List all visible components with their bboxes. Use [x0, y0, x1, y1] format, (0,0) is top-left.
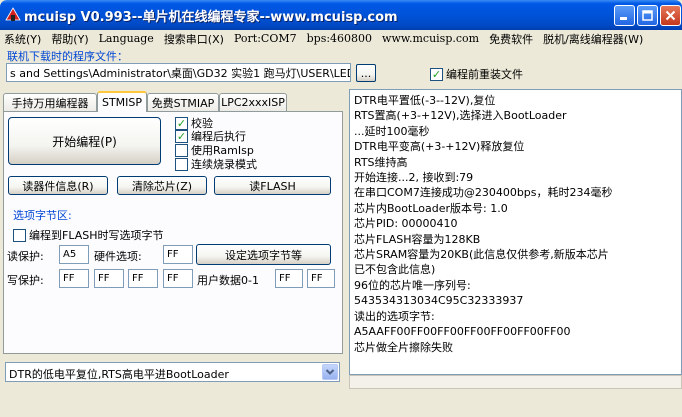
- log-line: A5AAFF00FF00FF00FF00FF00FF00FF00: [354, 325, 571, 339]
- close-button[interactable]: [660, 5, 681, 26]
- browse-button[interactable]: ...: [356, 64, 376, 82]
- set-option-bytes-button[interactable]: 设定选项字节等: [196, 244, 331, 265]
- minimize-button[interactable]: [614, 5, 635, 26]
- log-line: 芯片PID: 00000410: [354, 217, 458, 231]
- close-icon: [665, 10, 676, 21]
- menu-bar: 系统(Y) 帮助(Y) Language 搜索串口(X) Port:COM7 b…: [0, 30, 682, 47]
- write-option-check-box: [13, 228, 26, 242]
- write-protect-field-1[interactable]: FF: [94, 269, 124, 288]
- hardware-option-label: 硬件选项:: [94, 250, 142, 263]
- log-line: 开始连接...2, 接收到:79: [354, 171, 474, 185]
- log-line: 已不包含此信息): [354, 263, 436, 277]
- user-data-label: 用户数据0-1: [197, 274, 259, 287]
- log-line: 读出的选项字节:: [354, 309, 435, 323]
- write-protect-label: 写保护:: [7, 274, 44, 287]
- erase-chip-button[interactable]: 清除芯片(Z): [117, 176, 207, 195]
- write-protect-field-3[interactable]: FF: [163, 269, 193, 288]
- log-line: 芯片内BootLoader版本号: 1.0: [354, 201, 508, 215]
- menu-bps[interactable]: bps:460800: [307, 32, 372, 45]
- log-line: ...延时100毫秒: [354, 124, 430, 138]
- write-protect-field-2[interactable]: FF: [128, 269, 158, 288]
- read-flash-button[interactable]: 读FLASH: [214, 176, 331, 195]
- maximize-button[interactable]: [637, 5, 658, 26]
- start-programming-button[interactable]: 开始编程(P): [8, 117, 161, 165]
- menu-search-port[interactable]: 搜索串口(X): [164, 31, 224, 47]
- menu-free-software[interactable]: 免费软件: [489, 31, 533, 47]
- tab-lpc2xxxisp[interactable]: LPC2xxxISP: [219, 93, 287, 111]
- read-protect-field[interactable]: A5: [59, 245, 89, 264]
- log-line: 芯片做全片擦除失败: [354, 340, 453, 354]
- ramisp-check-box: [175, 143, 188, 157]
- log-line: 芯片FLASH容量为128KB: [354, 232, 481, 246]
- menu-website[interactable]: www.mcuisp.com: [382, 32, 479, 45]
- reload-before-program-checkbox[interactable]: ✓ 编程前重装文件: [430, 66, 523, 82]
- continuous-burn-checkbox[interactable]: 连续烧录模式: [175, 156, 257, 172]
- chevron-down-icon: [325, 369, 335, 375]
- boot-mode-value: DTR的低电平复位,RTS高电平进BootLoader: [9, 368, 229, 381]
- log-line: 543534313034C95C32333937: [354, 294, 524, 308]
- continuous-label: 连续烧录模式: [191, 158, 257, 171]
- continuous-check-box: [175, 157, 188, 171]
- user-data-field-1[interactable]: FF: [307, 269, 335, 288]
- menu-language[interactable]: Language: [99, 32, 154, 45]
- write-protect-field-0[interactable]: FF: [59, 269, 89, 288]
- menu-offline-programmer[interactable]: 脱机/离线编程器(W): [543, 31, 643, 47]
- option-bytes-label: 选项字节区:: [13, 209, 72, 222]
- reload-label: 编程前重装文件: [446, 68, 523, 81]
- read-device-info-button[interactable]: 读器件信息(R): [8, 176, 108, 195]
- minimize-icon: [620, 17, 627, 20]
- write-option-bytes-checkbox[interactable]: 编程到FLASH时写选项字节: [13, 227, 164, 243]
- maximize-icon: [642, 10, 653, 21]
- menu-system[interactable]: 系统(Y): [4, 31, 41, 47]
- log-line: 96位的芯片唯一序列号:: [354, 278, 471, 292]
- read-protect-label: 读保护:: [7, 250, 44, 263]
- user-data-field-0[interactable]: FF: [275, 269, 303, 288]
- menu-port[interactable]: Port:COM7: [234, 32, 297, 45]
- boot-mode-dropdown-button[interactable]: [322, 364, 338, 380]
- file-path-field[interactable]: s and Settings\Administrator\桌面\GD32 实验1…: [6, 63, 351, 82]
- tab-free-stmiap[interactable]: 免费STMIAP: [147, 93, 219, 111]
- log-line: DTR电平变高(+3-+12V)释放复位: [354, 140, 525, 154]
- download-section-label: 联机下载时的程序文件：: [7, 50, 128, 63]
- window-title: mcuisp V0.993--单片机在线编程专家--www.mcuisp.com: [24, 10, 398, 25]
- menu-help[interactable]: 帮助(Y): [51, 31, 88, 47]
- tab-stmisp[interactable]: STMISP: [97, 91, 147, 112]
- log-output[interactable]: DTR电平置低(-3--12V),复位 RTS置高(+3-+12V),选择进入B…: [349, 89, 682, 375]
- log-line: RTS维持高: [354, 155, 408, 169]
- reload-check-icon: ✓: [430, 67, 443, 81]
- log-line: 在串口COM7连接成功@230400bps，耗时234毫秒: [354, 186, 613, 200]
- tab-handheld-programmer[interactable]: 手持万用编程器: [3, 93, 97, 111]
- hardware-option-field[interactable]: FF: [163, 245, 193, 264]
- write-option-label: 编程到FLASH时写选项字节: [29, 229, 164, 242]
- boot-mode-select[interactable]: DTR的低电平复位,RTS高电平进BootLoader: [5, 362, 340, 382]
- log-horizontal-scrollbar[interactable]: [349, 375, 682, 389]
- run-after-check-icon: ✓: [175, 129, 188, 143]
- app-icon: [5, 7, 21, 23]
- log-line: 芯片SRAM容量为20KB(此信息仅供参考,新版本芯片: [354, 248, 609, 262]
- log-line: DTR电平置低(-3--12V),复位: [354, 94, 496, 107]
- log-line: RTS置高(+3-+12V),选择进入BootLoader: [354, 109, 567, 123]
